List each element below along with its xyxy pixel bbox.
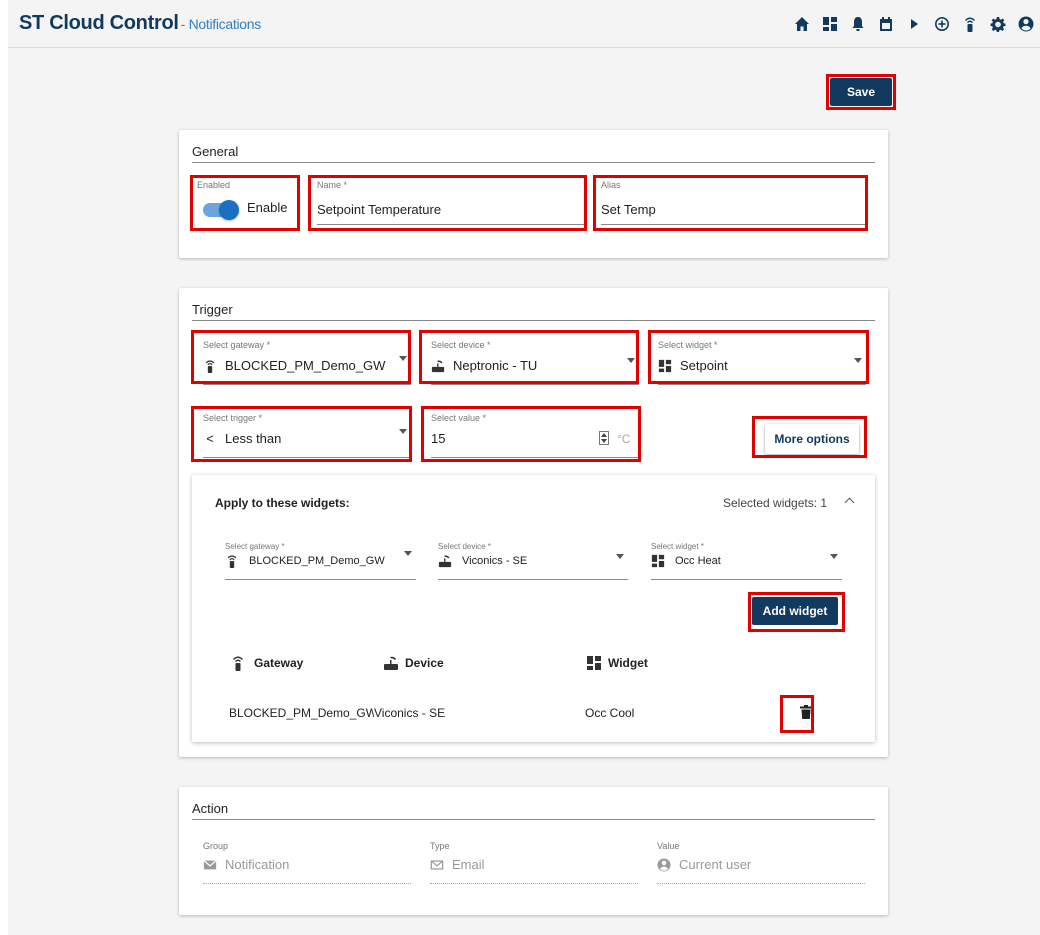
action-value-field: Value Current user: [657, 841, 865, 887]
gateway-icon: [230, 655, 246, 671]
apply-gateway-text: BLOCKED_PM_Demo_GW: [249, 555, 385, 567]
apply-widget-select[interactable]: Select widget * Occ Heat: [651, 542, 842, 580]
app-title: ST Cloud Control - Notifications: [19, 12, 261, 35]
widget-underline: [658, 384, 866, 385]
chevron-down-icon: [830, 554, 838, 559]
apply-widget-label: Select widget *: [651, 542, 704, 551]
highlight-box: [191, 406, 412, 462]
gateway-header-text: Gateway: [254, 656, 304, 670]
action-group-text: Notification: [225, 857, 290, 872]
dashboard-icon[interactable]: [816, 13, 844, 35]
action-title: Action: [192, 801, 229, 816]
column-header-device: Device: [383, 655, 444, 671]
action-group-label: Group: [203, 841, 229, 851]
general-divider: [192, 162, 875, 163]
play-icon[interactable]: [900, 13, 928, 35]
highlight-box: [421, 406, 641, 462]
row-gateway-cell: BLOCKED_PM_Demo_GW: [229, 706, 374, 720]
chevron-down-icon: [616, 554, 624, 559]
action-type-text: Email: [452, 857, 485, 872]
apply-widget-underline: [651, 579, 842, 580]
highlight-box: [826, 74, 896, 110]
action-value-underline: [657, 883, 865, 884]
device-underline: [431, 384, 639, 385]
gateway-icon[interactable]: [956, 13, 984, 35]
apply-widget-text: Occ Heat: [675, 555, 721, 567]
action-value-label: Value: [657, 841, 680, 851]
page-subtitle: - Notifications: [180, 16, 262, 32]
top-bar: ST Cloud Control - Notifications: [8, 0, 1040, 48]
action-type-label: Type: [430, 841, 450, 851]
action-type-field: Type Email: [430, 841, 638, 887]
apply-device-underline: [438, 579, 628, 580]
device-icon: [383, 655, 399, 671]
column-header-gateway: Gateway: [230, 655, 303, 671]
apply-device-value: Viconics - SE: [438, 554, 527, 568]
action-group-field: Group Notification: [203, 841, 411, 887]
apply-gateway-select[interactable]: Select gateway * BLOCKED_PM_Demo_GW: [225, 542, 416, 580]
app-name: ST Cloud Control: [19, 12, 179, 34]
apply-gateway-underline: [225, 579, 416, 580]
bell-icon[interactable]: [844, 13, 872, 35]
highlight-box: [780, 695, 814, 733]
action-value-value: Current user: [657, 857, 751, 872]
action-group-value: Notification: [203, 857, 289, 872]
highlight-box: [593, 175, 868, 231]
widget-header-text: Widget: [608, 656, 648, 670]
email-icon: [430, 858, 444, 872]
apply-device-text: Viconics - SE: [462, 555, 528, 567]
trigger-title: Trigger: [192, 302, 233, 317]
highlight-box: [419, 330, 639, 384]
apply-widgets-title: Apply to these widgets:: [215, 496, 350, 510]
device-icon: [438, 554, 452, 568]
home-icon[interactable]: [788, 13, 816, 35]
gear-icon[interactable]: [984, 13, 1012, 35]
add-circle-icon[interactable]: [928, 13, 956, 35]
gateway-icon: [225, 554, 239, 568]
apply-gateway-value: BLOCKED_PM_Demo_GW: [225, 554, 385, 568]
selected-widgets-count: Selected widgets: 1: [723, 496, 828, 510]
action-card: Action Group Notification Type Email Val…: [179, 787, 888, 915]
row-widget-cell: Occ Cool: [585, 706, 635, 720]
chevron-up-icon[interactable]: [844, 497, 855, 508]
chevron-down-icon: [404, 551, 412, 556]
action-group-underline: [203, 883, 411, 884]
highlight-box: [752, 416, 867, 458]
gateway-underline: [203, 384, 411, 385]
apply-device-select[interactable]: Select device * Viconics - SE: [438, 542, 628, 580]
nav-icons: [788, 13, 1040, 35]
envelope-icon: [203, 858, 217, 872]
column-header-widget: Widget: [586, 655, 648, 671]
action-type-value: Email: [430, 857, 485, 872]
apply-widget-value: Occ Heat: [651, 554, 721, 568]
highlight-box: [191, 330, 411, 384]
calendar-icon[interactable]: [872, 13, 900, 35]
widget-icon: [651, 554, 665, 568]
row-device-cell: Viconics - SE: [374, 706, 446, 720]
general-title: General: [192, 144, 239, 159]
action-value-text: Current user: [679, 857, 752, 872]
highlight-box: [190, 175, 300, 231]
action-type-underline: [430, 883, 638, 884]
device-header-text: Device: [405, 656, 444, 670]
account-icon: [657, 857, 671, 872]
account-icon[interactable]: [1012, 13, 1040, 35]
widget-icon: [586, 655, 602, 671]
action-divider: [192, 819, 875, 820]
apply-device-label: Select device *: [438, 542, 491, 551]
page: ST Cloud Control - Notifications Save Gen…: [8, 0, 1040, 935]
trigger-divider: [192, 320, 875, 321]
highlight-box: [648, 330, 869, 384]
highlight-box: [748, 592, 845, 632]
highlight-box: [308, 175, 587, 231]
apply-gateway-label: Select gateway *: [225, 542, 285, 551]
